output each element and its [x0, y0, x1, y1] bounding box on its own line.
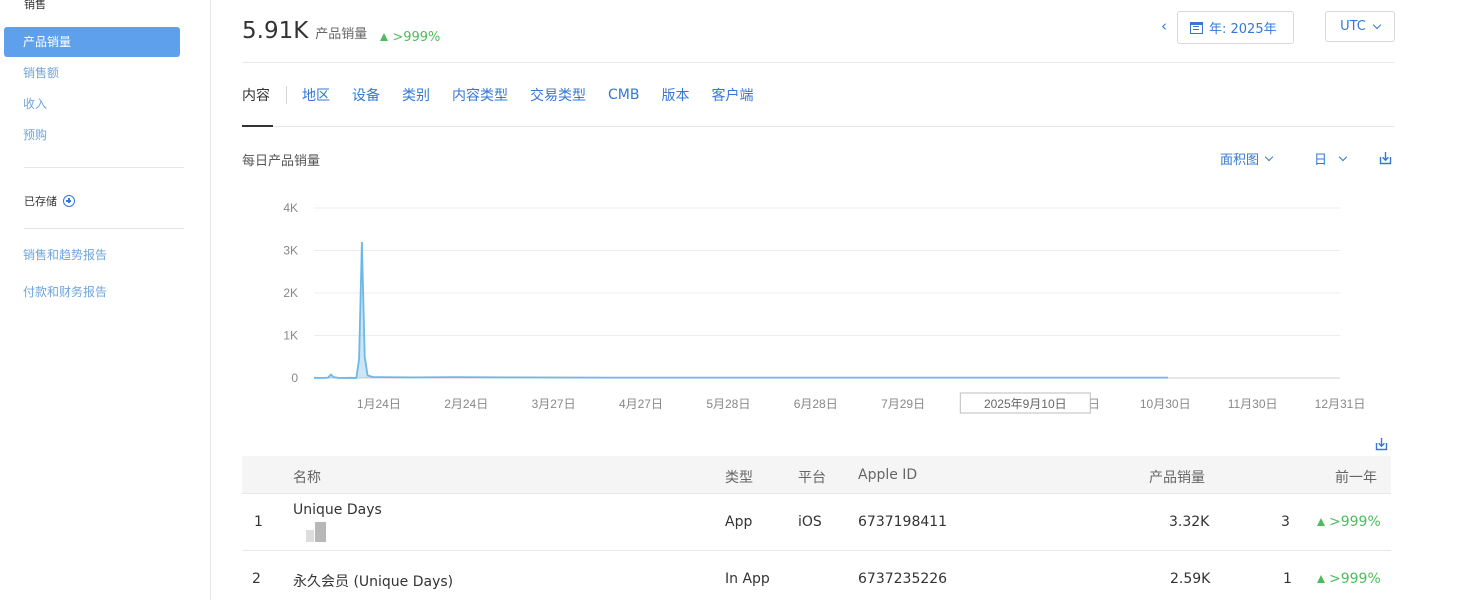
row-platform: iOS	[798, 514, 822, 530]
row-change: >999%	[1317, 571, 1381, 587]
x-tick-label: 11月30日	[1228, 397, 1278, 411]
x-tick-label: 1月24日	[357, 397, 401, 411]
column-header-units[interactable]: 产品销量	[1149, 467, 1205, 487]
row-divider	[242, 550, 1391, 551]
row-type: App	[725, 514, 753, 530]
hover-date-label: 2025年9月10日	[984, 397, 1067, 411]
row-units: 2.59K	[1170, 571, 1211, 587]
column-header-name[interactable]: 名称	[293, 467, 321, 487]
x-tick-label: 2月24日	[444, 397, 488, 411]
column-header-platform[interactable]: 平台	[798, 467, 826, 487]
up-triangle-icon	[1317, 518, 1325, 526]
row-rank: 1	[254, 514, 263, 530]
area-chart: 0 1K 2K 3K 4K 1月24日 2月24日 3月27日 4月27日 5月28日 6月28日…	[283, 201, 1366, 414]
x-tick-label: 12月31日	[1315, 397, 1366, 411]
series-line	[313, 241, 1169, 379]
row-apple-id: 6737198411	[858, 514, 948, 530]
column-header-type[interactable]: 类型	[725, 467, 753, 487]
row-prev: 1	[1283, 571, 1292, 587]
x-tick-label: 3月27日	[532, 397, 576, 411]
row-type: In App	[725, 571, 770, 587]
row-divider	[242, 493, 1391, 494]
download-icon[interactable]	[1375, 437, 1388, 451]
x-tick-label: 7月29日	[881, 397, 925, 411]
y-tick-label: 3K	[283, 244, 298, 258]
x-tick-label: 5月28日	[706, 397, 750, 411]
x-tick-label: 10月30日	[1140, 397, 1191, 411]
column-header-apple-id[interactable]: Apple ID	[858, 467, 917, 483]
row-prev: 3	[1281, 514, 1290, 530]
row-change-value: >999%	[1329, 514, 1381, 530]
series-area	[314, 242, 1169, 378]
y-tick-label: 4K	[283, 201, 298, 215]
y-tick-label: 1K	[283, 329, 298, 343]
row-apple-id: 6737235226	[858, 571, 948, 587]
column-header-prev-year[interactable]: 前一年	[1335, 467, 1377, 487]
row-change: >999%	[1317, 514, 1381, 530]
row-name[interactable]: 永久会员 (Unique Days)	[293, 571, 453, 591]
x-tick-label: 6月28日	[794, 397, 838, 411]
row-units: 3.32K	[1169, 514, 1210, 530]
row-rank: 2	[252, 571, 261, 587]
row-name[interactable]: Unique Days	[293, 502, 382, 518]
row-change-value: >999%	[1329, 571, 1381, 587]
app-icon	[306, 522, 326, 542]
x-tick-label: 4月27日	[619, 397, 663, 411]
up-triangle-icon	[1317, 575, 1325, 583]
y-tick-label: 0	[291, 371, 298, 385]
y-tick-label: 2K	[283, 286, 298, 300]
